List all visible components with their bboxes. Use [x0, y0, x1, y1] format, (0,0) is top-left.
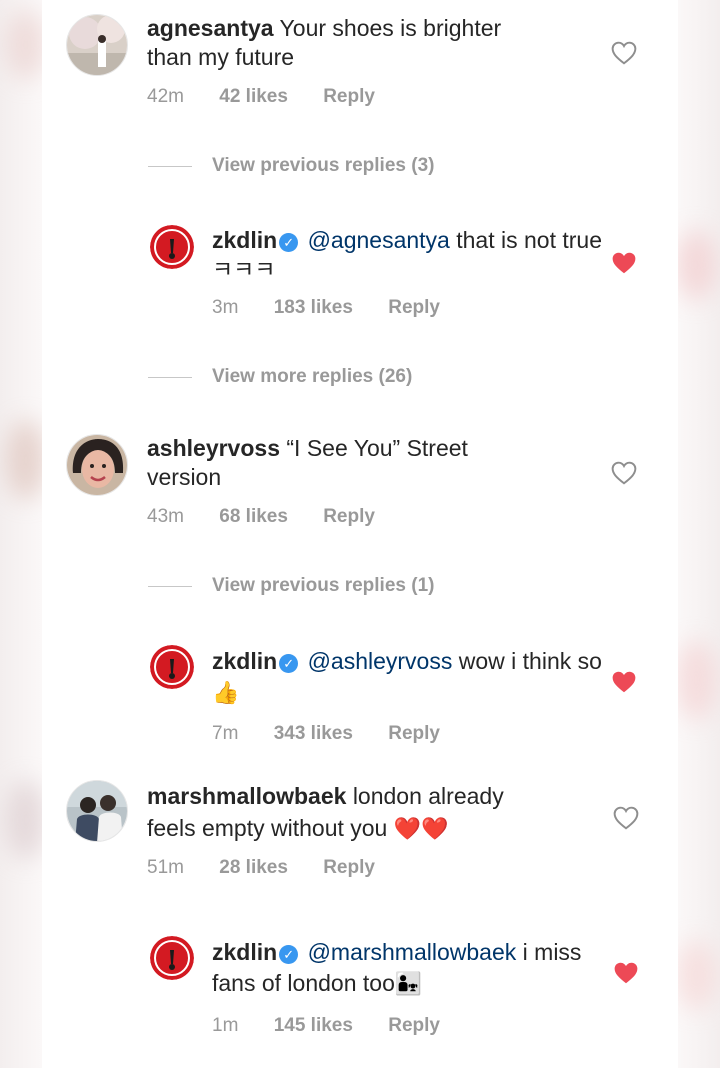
verified-badge-icon: ✓	[279, 233, 299, 252]
heart-outline-icon[interactable]	[611, 461, 637, 485]
likes-count[interactable]: 343 likes	[274, 723, 353, 744]
comment-text: agnesantya Your shoes is brighter than m…	[147, 14, 537, 72]
reply-username[interactable]: zkdlin	[212, 648, 277, 674]
reply-text: zkdlin ✓ @ashleyrvoss wow i think so 👍	[212, 646, 602, 708]
reply-meta: 3m 183 likes Reply	[212, 297, 470, 319]
view-replies-line	[148, 586, 192, 587]
reply-button[interactable]: Reply	[323, 506, 375, 527]
comment-text: ashleyrvoss “I See You” Street version	[147, 434, 537, 492]
reply-button[interactable]: Reply	[388, 297, 440, 318]
reply-mention[interactable]: @agnesantya	[308, 227, 450, 253]
reply-button[interactable]: Reply	[388, 1015, 440, 1036]
likes-count[interactable]: 28 likes	[219, 857, 288, 878]
reply-username[interactable]: zkdlin	[212, 939, 277, 965]
comment-text: marshmallowbaek london already feels emp…	[147, 780, 547, 845]
avatar-ashleyrvoss[interactable]	[66, 434, 128, 496]
avatar-zkdlin[interactable]	[150, 645, 194, 689]
thumbs-up-emoji: 👍	[212, 680, 240, 705]
reply-mention[interactable]: @marshmallowbaek	[308, 939, 517, 965]
reply-text: zkdlin ✓ @agnesantya that is not true ㅋㅋㅋ	[212, 226, 602, 284]
likes-count[interactable]: 145 likes	[274, 1015, 353, 1036]
avatar-agnesantya[interactable]	[66, 14, 128, 76]
comment-time: 43m	[147, 506, 184, 527]
view-replies-line	[148, 166, 192, 167]
reply-time: 7m	[212, 723, 239, 744]
view-previous-replies-button[interactable]: View previous replies (1)	[212, 575, 434, 597]
verified-badge-icon: ✓	[279, 654, 299, 673]
verified-badge-icon: ✓	[279, 945, 299, 964]
comment-username[interactable]: ashleyrvoss	[147, 435, 280, 461]
view-previous-replies-button[interactable]: View previous replies (3)	[212, 155, 434, 177]
right-edge-backdrop	[676, 0, 720, 1068]
comment-meta: 42m 42 likes Reply	[147, 86, 405, 108]
reply-time: 3m	[212, 297, 239, 318]
reply-button[interactable]: Reply	[323, 857, 375, 878]
left-edge-backdrop	[0, 0, 46, 1068]
heart-outline-icon[interactable]	[613, 806, 639, 830]
avatar-zkdlin[interactable]	[150, 225, 194, 269]
reply-meta: 1m 145 likes Reply	[212, 1015, 470, 1037]
heart-outline-icon[interactable]	[611, 41, 637, 65]
avatar-zkdlin[interactable]	[150, 936, 194, 980]
comment-meta: 51m 28 likes Reply	[147, 857, 405, 879]
reply-button[interactable]: Reply	[323, 86, 375, 107]
likes-count[interactable]: 183 likes	[274, 297, 353, 318]
reply-username[interactable]: zkdlin	[212, 227, 277, 253]
comment-username[interactable]: agnesantya	[147, 15, 274, 41]
heart-filled-icon[interactable]	[611, 251, 637, 275]
likes-count[interactable]: 42 likes	[219, 86, 288, 107]
reply-text: zkdlin ✓ @marshmallowbaek i miss fans of …	[212, 937, 602, 999]
heart-filled-icon[interactable]	[611, 670, 637, 694]
avatar-marshmallowbaek[interactable]	[66, 780, 128, 842]
family-emoji: 👨‍👧	[394, 971, 423, 996]
reply-meta: 7m 343 likes Reply	[212, 723, 470, 745]
comment-time: 51m	[147, 857, 184, 878]
heart-filled-icon[interactable]	[613, 961, 639, 985]
likes-count[interactable]: 68 likes	[219, 506, 288, 527]
reply-body: wow i think so	[458, 648, 602, 674]
comment-time: 42m	[147, 86, 184, 107]
view-replies-line	[148, 377, 192, 378]
reply-mention[interactable]: @ashleyrvoss	[308, 648, 453, 674]
reply-time: 1m	[212, 1015, 239, 1036]
comments-list: agnesantya Your shoes is brighter than m…	[42, 0, 678, 1068]
comment-meta: 43m 68 likes Reply	[147, 506, 405, 528]
view-more-replies-button[interactable]: View more replies (26)	[212, 366, 412, 388]
hearts-emoji: ❤️❤️	[393, 816, 449, 841]
comment-username[interactable]: marshmallowbaek	[147, 783, 346, 809]
reply-button[interactable]: Reply	[388, 723, 440, 744]
